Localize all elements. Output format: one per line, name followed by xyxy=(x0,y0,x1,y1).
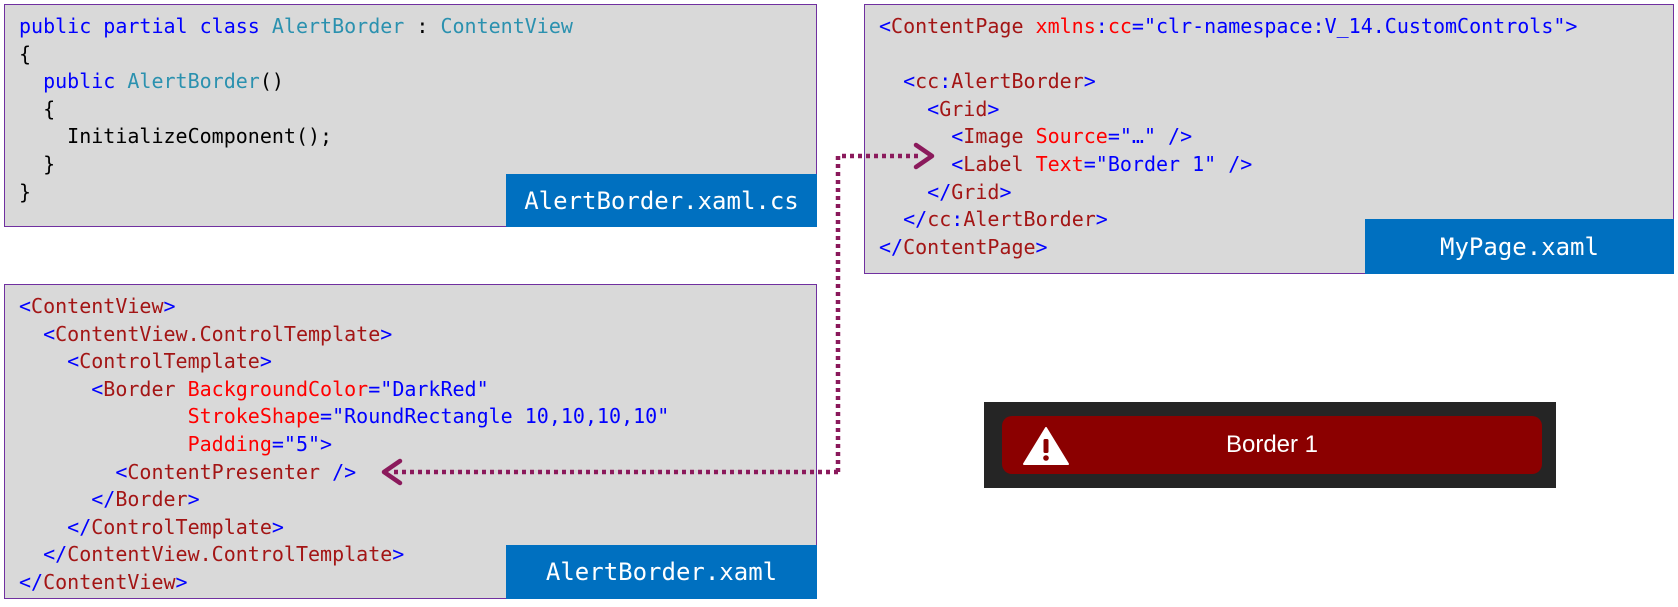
arrowhead-right-icon xyxy=(913,142,935,170)
alert-label: Border 1 xyxy=(1225,431,1319,458)
connector-path xyxy=(835,153,918,472)
alert-border-preview: Border 1 xyxy=(984,402,1556,488)
alert-border: Border 1 xyxy=(1002,416,1542,474)
content-presenter-connector xyxy=(381,142,935,486)
